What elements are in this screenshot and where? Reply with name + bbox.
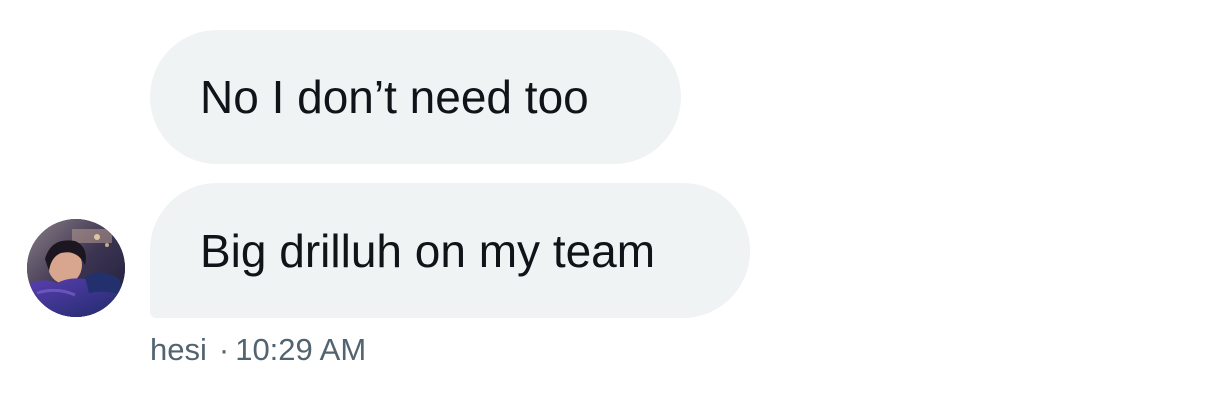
message-meta: hesi · 10:29 AM	[150, 332, 366, 368]
message-text-2: Big drilluh on my team	[200, 224, 656, 277]
sender-name[interactable]: hesi	[150, 332, 207, 368]
message-timestamp: 10:29 AM	[235, 332, 367, 367]
message-bubble-1[interactable]: No I don’t need too	[150, 30, 681, 164]
meta-separator: ·	[218, 332, 230, 367]
message-text-1: No I don’t need too	[200, 71, 589, 123]
message-bubble-2[interactable]: Big drilluh on my team	[150, 183, 750, 318]
avatar[interactable]	[27, 219, 125, 317]
avatar-photo-icon	[27, 219, 125, 317]
